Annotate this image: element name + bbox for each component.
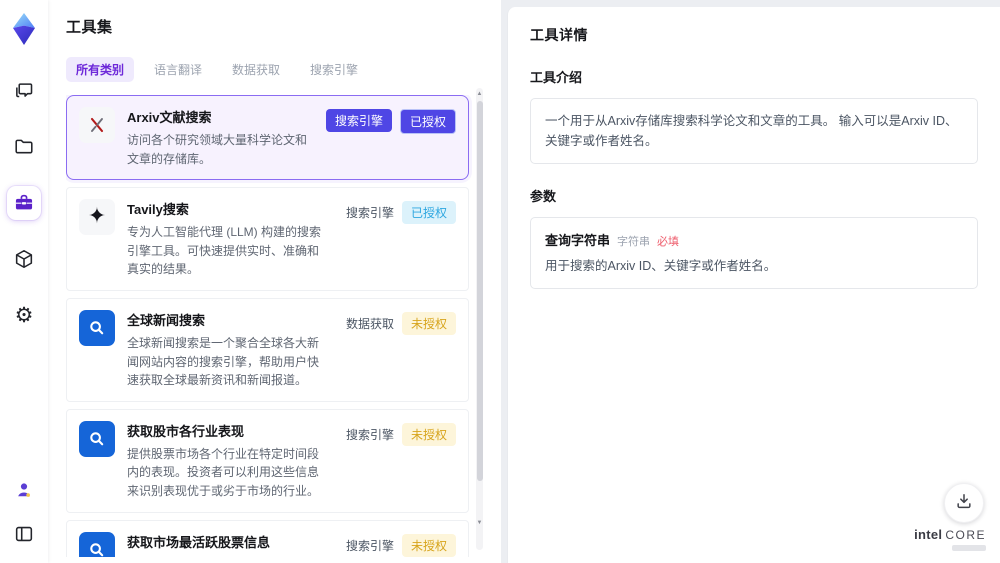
tavily-icon: ✦ xyxy=(79,199,115,236)
intro-heading: 工具介绍 xyxy=(530,70,583,85)
avatar-icon xyxy=(13,479,35,501)
category-tab[interactable]: 语言翻译 xyxy=(144,57,212,82)
tool-list: Arxiv文献搜索 访问各个研究领域大量科学论文和文章的存储库。 搜索引擎 已授… xyxy=(66,95,483,557)
app-logo[interactable] xyxy=(9,12,39,46)
tool-name: 全球新闻搜索 xyxy=(127,312,206,328)
category-tabs: 所有类别 语言翻译 数据获取 搜索引擎 xyxy=(66,57,483,82)
tool-list-item[interactable]: Arxiv文献搜索 访问各个研究领域大量科学论文和文章的存储库。 搜索引擎 已授… xyxy=(66,95,469,181)
tool-auth-badge: 未授权 xyxy=(401,533,456,557)
tool-description: 专为人工智能代理 (LLM) 构建的搜索引擎工具。可快速提供实时、准确和真实的结… xyxy=(127,225,322,277)
tool-auth-badge: 未授权 xyxy=(401,422,456,446)
tool-list-item[interactable]: 获取股市各行业表现 提供股票市场各个行业在特定时间段内的表现。投资者可以利用这些… xyxy=(66,408,469,513)
tool-description: 提供当天交易量最高的股票列表。投资者可以利用这些信息来识别流动性强的股票和潜在的… xyxy=(127,556,322,557)
nav-rail: ⚙ xyxy=(0,0,48,563)
toolbox-icon xyxy=(13,192,35,214)
user-profile-button[interactable] xyxy=(7,473,41,507)
tool-description: 访问各个研究领域大量科学论文和文章的存储库。 xyxy=(127,133,308,166)
sidebar-item-files[interactable] xyxy=(7,130,41,164)
parameter-card: 查询字符串 字符串 必填 用于搜索的Arxiv ID、关键字或作者姓名。 xyxy=(530,217,978,289)
tool-name: Arxiv文献搜索 xyxy=(127,110,212,125)
intel-core-badge: intel CORE xyxy=(914,527,986,551)
details-title: 工具详情 xyxy=(530,27,588,43)
chat-icon xyxy=(13,80,35,102)
parameter-required-flag: 必填 xyxy=(657,236,680,248)
tool-category-tag: 数据获取 xyxy=(345,316,394,331)
collapse-sidebar-button[interactable] xyxy=(7,517,41,551)
download-button[interactable] xyxy=(944,483,984,523)
tool-list-item[interactable]: 获取市场最活跃股票信息 提供当天交易量最高的股票列表。投资者可以利用这些信息来识… xyxy=(66,519,469,557)
cube-icon xyxy=(13,248,35,270)
panel-toggle-icon xyxy=(13,523,35,545)
search-blue-icon xyxy=(79,531,115,557)
tool-category-tag: 搜索引擎 xyxy=(345,538,394,553)
gear-icon: ⚙ xyxy=(14,302,34,327)
intel-logo-text: intel xyxy=(914,527,943,542)
core-logo-text: CORE xyxy=(945,528,986,542)
scrollbar-up-icon[interactable]: ▲ xyxy=(476,91,483,97)
tool-name: 获取股市各行业表现 xyxy=(127,423,245,439)
tool-auth-badge: 未授权 xyxy=(401,311,456,335)
tool-details-panel: 工具详情 工具介绍 一个用于从Arxiv存储库搜索科学论文和文章的工具。 输入可… xyxy=(507,7,1000,563)
tool-description: 全球新闻搜索是一个聚合全球各大新闻网站内容的搜索引擎，帮助用户快速获取全球最新资… xyxy=(127,335,320,388)
list-scrollbar[interactable]: ▲ ▼ xyxy=(476,88,483,550)
tool-list-item[interactable]: ✦ Tavily搜索 专为人工智能代理 (LLM) 构建的搜索引擎工具。可快速提… xyxy=(66,187,469,291)
category-tab[interactable]: 搜索引擎 xyxy=(300,57,368,82)
params-heading: 参数 xyxy=(530,189,557,204)
scrollbar-thumb[interactable] xyxy=(476,101,483,481)
sidebar-item-settings[interactable]: ⚙ xyxy=(7,298,41,332)
tool-list-item[interactable]: 全球新闻搜索 全球新闻搜索是一个聚合全球各大新闻网站内容的搜索引擎，帮助用户快速… xyxy=(66,297,469,402)
sidebar-item-toolset[interactable] xyxy=(7,186,41,220)
search-blue-icon xyxy=(79,420,115,457)
arxiv-icon xyxy=(79,107,115,143)
tool-category-tag: 搜索引擎 xyxy=(345,206,394,221)
page-title: 工具集 xyxy=(66,19,113,36)
toolset-panel: 工具集 所有类别 语言翻译 数据获取 搜索引擎 Arxiv文献搜索 访问各个研究领域大… xyxy=(48,0,501,563)
sidebar-item-packages[interactable] xyxy=(7,242,41,276)
tool-description: 提供股票市场各个行业在特定时间段内的表现。投资者可以利用这些信息来识别表现优于或… xyxy=(127,446,320,498)
category-tab[interactable]: 数据获取 xyxy=(222,57,290,82)
parameter-name: 查询字符串 xyxy=(545,233,611,248)
scrollbar-down-icon[interactable]: ▼ xyxy=(476,520,483,526)
search-blue-icon xyxy=(79,309,115,346)
tool-category-tag: 搜索引擎 xyxy=(325,109,392,132)
parameter-description: 用于搜索的Arxiv ID、关键字或作者姓名。 xyxy=(545,259,777,273)
tool-category-tag: 搜索引擎 xyxy=(345,427,394,442)
tool-auth-badge: 已授权 xyxy=(399,109,456,134)
folder-icon xyxy=(13,136,35,158)
tool-name: 获取市场最活跃股票信息 xyxy=(127,534,271,550)
tool-auth-badge: 已授权 xyxy=(401,201,456,225)
sidebar-item-chat[interactable] xyxy=(7,74,41,108)
parameter-type: 字符串 xyxy=(617,236,651,248)
tool-name: Tavily搜索 xyxy=(127,202,189,218)
intel-badge-subline xyxy=(952,545,986,551)
download-icon xyxy=(954,491,974,516)
category-tab[interactable]: 所有类别 xyxy=(66,57,135,82)
tool-intro-text: 一个用于从Arxiv存储库搜索科学论文和文章的工具。 输入可以是Arxiv ID… xyxy=(530,98,978,164)
